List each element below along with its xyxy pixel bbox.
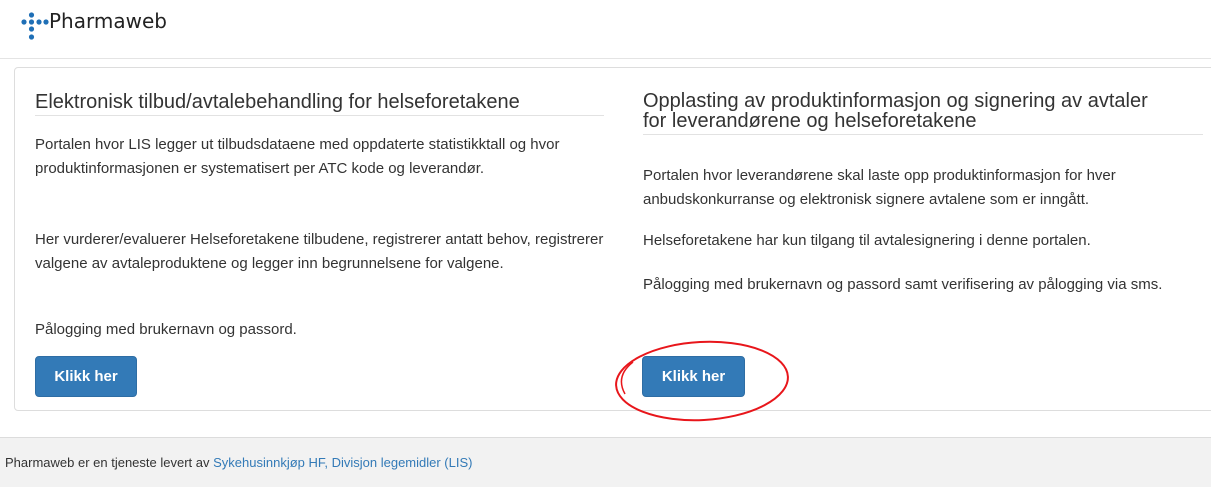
right-column-title-line: for leverandørene og helseforetakene (643, 110, 977, 132)
site-header: Pharmaweb (0, 0, 1211, 59)
right-column-title-line: Opplasting av produktinformasjon og sign… (643, 90, 1148, 112)
right-column-paragraph: Portalen hvor leverandørene skal laste o… (643, 167, 1116, 208)
left-column-title: Elektronisk tilbud/avtalebehandling for … (35, 92, 604, 116)
highlight-circle-annotation (615, 340, 789, 422)
right-column-paragraph: Helseforetakene har kun tilgang til avta… (643, 232, 1091, 249)
left-column-paragraph: Her vurderer/evaluerer Helseforetakene t… (35, 231, 604, 272)
right-column-title: Opplasting av produktinformasjon og sign… (643, 91, 1203, 135)
pharmaweb-logo-icon[interactable] (20, 2, 50, 42)
site-footer: Pharmaweb er en tjeneste levert av Sykeh… (0, 437, 1211, 487)
footer-text: Pharmaweb er en tjeneste levert av Sykeh… (5, 455, 472, 470)
footer-label: Pharmaweb er en tjeneste levert av (5, 455, 214, 470)
left-klikk-her-button[interactable]: Klikk her (35, 356, 137, 397)
footer-provider-link[interactable]: Sykehusinnkjøp HF, Divisjon legemidler (… (213, 455, 472, 470)
left-column-paragraph: Pålogging med brukernavn og passord. (35, 321, 297, 338)
right-column-paragraph: Pålogging med brukernavn og passord samt… (643, 276, 1163, 293)
left-column-paragraph: Portalen hvor LIS legger ut tilbudsdatae… (35, 136, 560, 177)
logo-text[interactable]: Pharmaweb (49, 9, 167, 33)
